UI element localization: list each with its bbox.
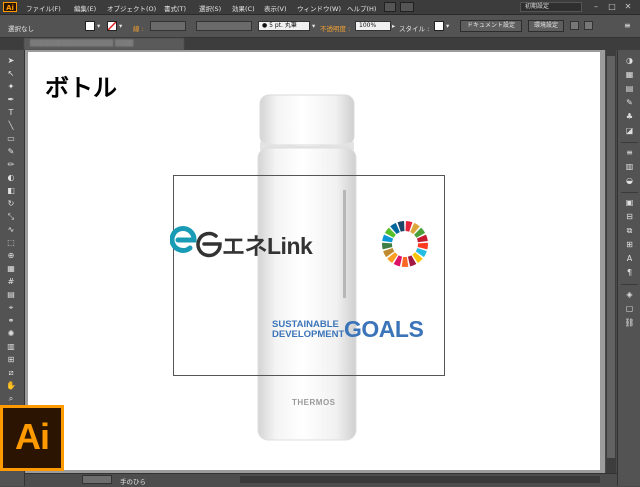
- pathfinder-icon[interactable]: ⊞: [623, 240, 636, 250]
- print-area-frame[interactable]: [173, 175, 445, 376]
- align-icon[interactable]: ⊟: [623, 212, 636, 222]
- color-guide-icon[interactable]: ▦: [623, 70, 636, 80]
- symbols-icon[interactable]: ♣: [623, 112, 636, 122]
- sdg-text-line2: DEVELOPMENT: [272, 329, 345, 340]
- brushes-icon[interactable]: ✎: [623, 98, 636, 108]
- paragraph-icon[interactable]: ¶: [623, 268, 636, 278]
- gradient-panel-icon[interactable]: ▥: [623, 162, 636, 172]
- panel-separator: [621, 284, 638, 285]
- sdg-goals-wordmark: GOALS: [344, 316, 424, 342]
- layers-icon[interactable]: ◈: [623, 290, 636, 300]
- current-tool-label: 手のひら: [120, 478, 146, 486]
- transform-icon[interactable]: ⧉: [623, 226, 636, 236]
- sdg-wheel-segment: [382, 242, 393, 250]
- illustrator-logo: Ai: [0, 405, 64, 471]
- enelink-wordmark: エネLink: [222, 233, 313, 259]
- panel-separator: [621, 142, 638, 143]
- bottle-brand: THERMOS: [292, 398, 336, 407]
- links-icon[interactable]: ⛓: [623, 318, 636, 328]
- panel-dock: ◑ ▦ ▤ ✎ ♣ ◪ ≡ ▥ ◒ ▣ ⊟ ⧉ ⊞ A ¶ ◈ ▢ ⛓: [617, 50, 640, 486]
- sdg-wheel-segment: [417, 242, 428, 250]
- stroke-panel-icon[interactable]: ≡: [623, 148, 636, 158]
- bottle-cap: [259, 94, 355, 146]
- artboards-icon[interactable]: ▢: [623, 304, 636, 314]
- swatches-icon[interactable]: ▤: [623, 84, 636, 94]
- graphic-styles-icon[interactable]: ◪: [623, 126, 636, 136]
- sdg-wheel-segment: [401, 256, 409, 267]
- appearance-icon[interactable]: ▣: [623, 198, 636, 208]
- vertical-scroll-thumb[interactable]: [607, 56, 615, 458]
- character-icon[interactable]: A: [623, 254, 636, 264]
- enelink-logo-mark: [170, 226, 222, 258]
- transparency-icon[interactable]: ◒: [623, 176, 636, 186]
- horizontal-scrollbar[interactable]: [240, 476, 600, 483]
- panel-separator: [621, 192, 638, 193]
- color-panel-icon[interactable]: ◑: [623, 56, 636, 66]
- zoom-field[interactable]: [82, 475, 112, 484]
- sdg-wheel-logo: [382, 221, 428, 267]
